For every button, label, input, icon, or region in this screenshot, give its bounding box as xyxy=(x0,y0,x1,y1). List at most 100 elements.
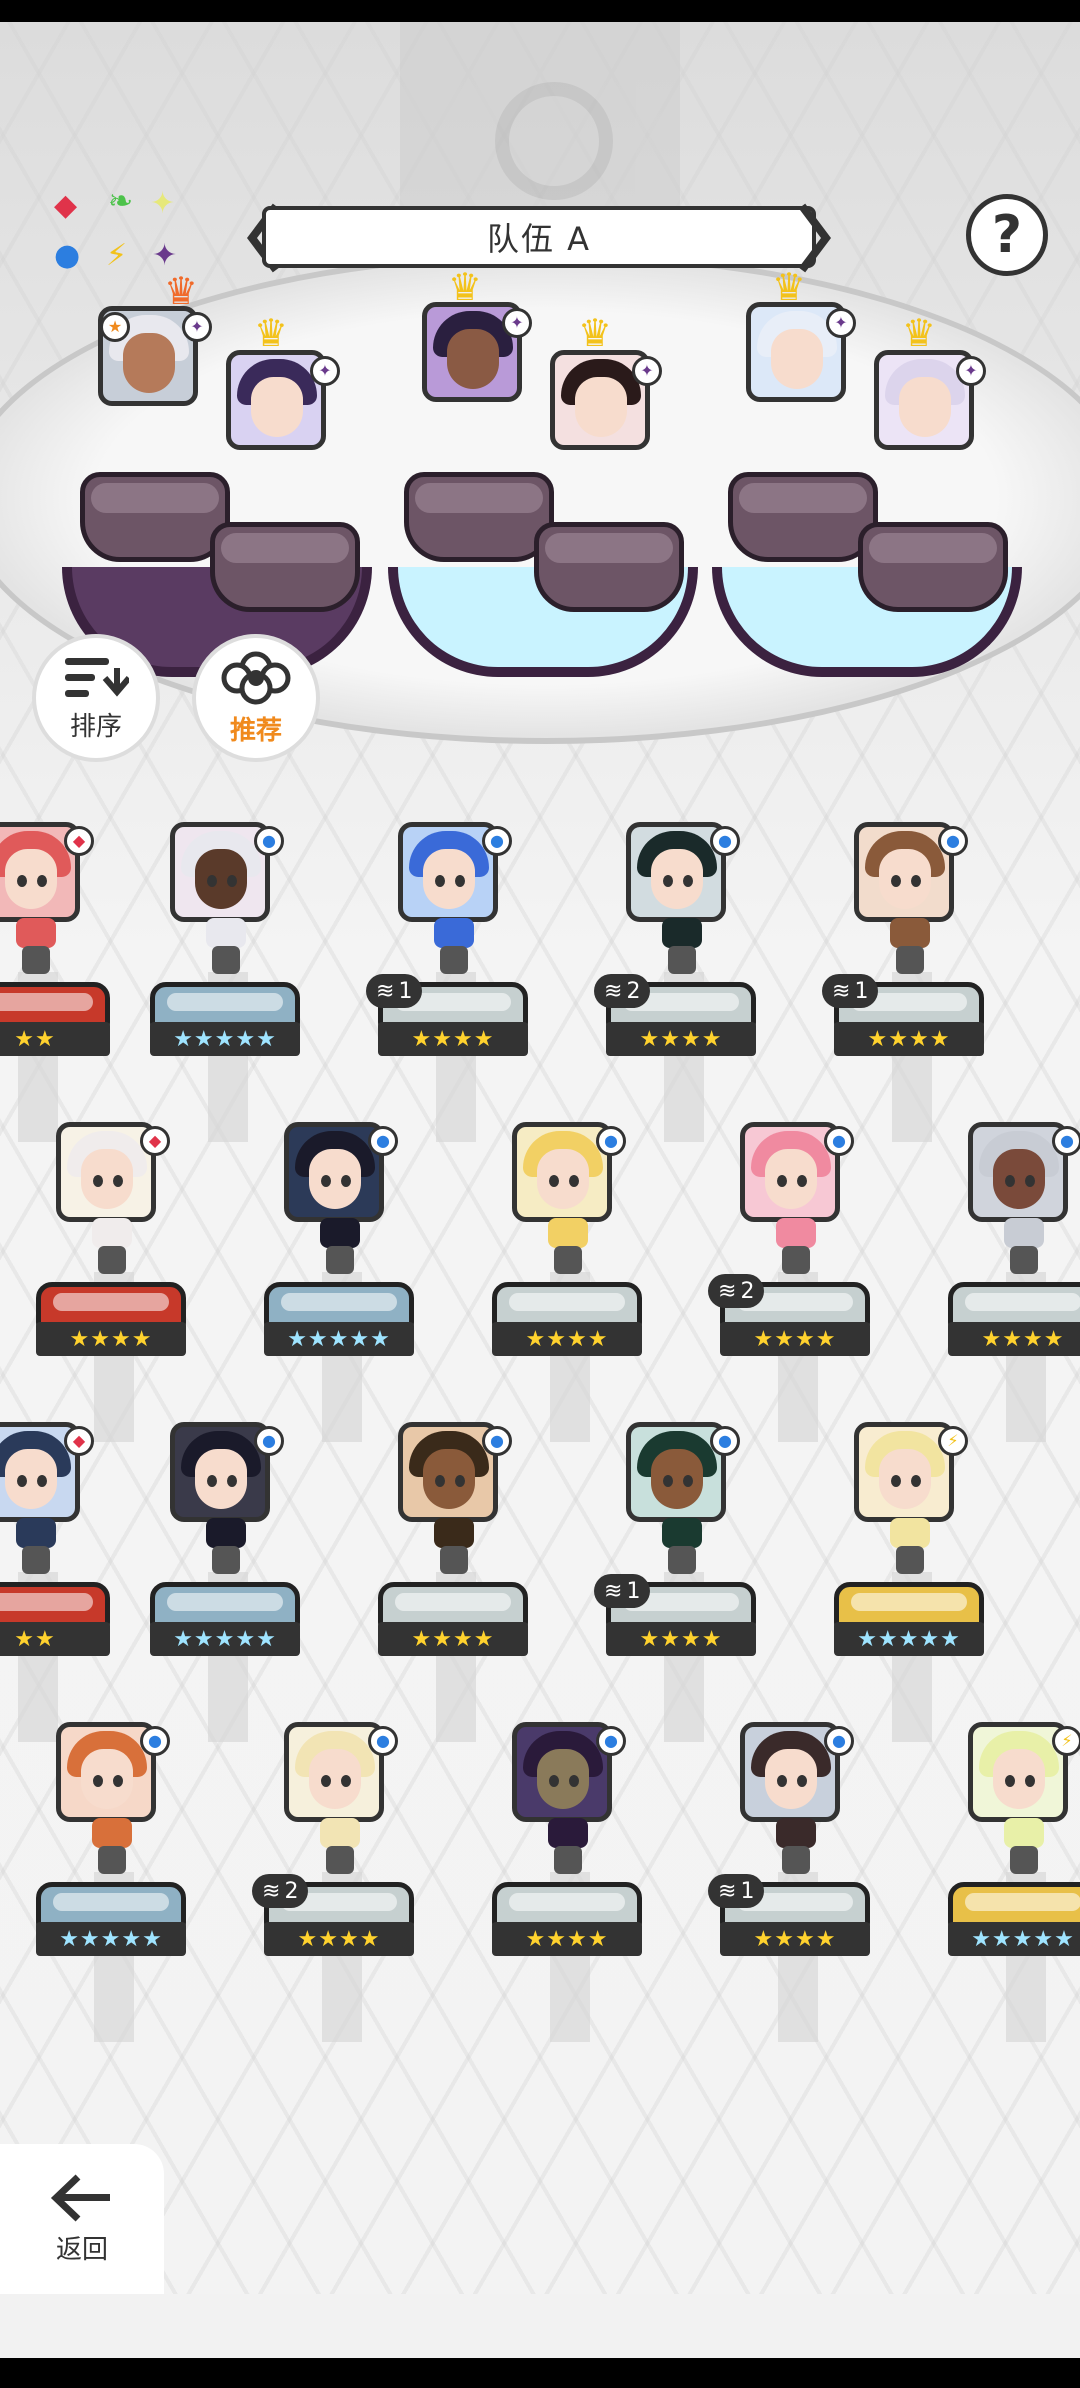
back-button[interactable]: 返回 xyxy=(0,2144,164,2294)
sort-label: 排序 xyxy=(69,711,122,742)
hero-sprite xyxy=(656,1518,708,1582)
duplicate-count-badge: ≋ 1 xyxy=(594,1574,651,1608)
hero-sprite xyxy=(884,918,936,982)
hero-sprite xyxy=(86,1818,138,1882)
water-orb-icon: ● xyxy=(710,826,740,856)
hero-sprite xyxy=(542,1818,594,1882)
hero-sprite xyxy=(10,918,62,982)
stack-icon: ≋ xyxy=(718,1878,737,1904)
water-orb-icon: ● xyxy=(824,1726,854,1756)
flame-crown-icon: ♛ xyxy=(164,269,199,313)
crown-icon: ♛ xyxy=(578,311,613,355)
hero-card[interactable]: ● ★★★★ xyxy=(492,1122,662,1442)
water-orb-icon: ● xyxy=(1052,1126,1080,1156)
hero-card[interactable]: ● ★★★★★ xyxy=(150,1422,320,1742)
help-button[interactable]: ? xyxy=(966,194,1048,276)
duplicate-count: 2 xyxy=(740,1278,755,1304)
team-slot-1[interactable]: ♛ ✦ ★ xyxy=(72,272,232,612)
pedestal xyxy=(210,522,360,612)
back-arrow-icon xyxy=(50,2173,110,2222)
water-orb-icon: ● xyxy=(710,1426,740,1456)
hero-card[interactable]: ⚡ ★★★★★ xyxy=(948,1722,1080,2042)
stack-icon: ≋ xyxy=(832,978,851,1004)
hero-card[interactable]: ● ★★★★★ xyxy=(150,822,320,1142)
leaf-icon: ❧ xyxy=(108,184,134,219)
team-slot-6[interactable]: ♛ ✦ xyxy=(858,314,1018,622)
duplicate-count: 2 xyxy=(626,978,641,1004)
duplicate-count: 1 xyxy=(626,1578,641,1604)
light-star-icon: ✦ xyxy=(150,186,176,221)
duplicate-count-badge: ≋ 2 xyxy=(708,1274,765,1308)
pedestal xyxy=(80,472,230,562)
star-rating: ★★★★★ xyxy=(36,1922,186,1956)
duplicate-count-badge: ≋ 2 xyxy=(252,1874,309,1908)
hero-sprite xyxy=(998,1818,1050,1882)
fire-diamond-icon: ◆ xyxy=(54,188,78,223)
lightning-icon: ⚡ xyxy=(106,238,128,273)
pedestal xyxy=(404,472,554,562)
recommend-button[interactable]: 推荐 xyxy=(192,634,320,762)
hero-card[interactable]: ◆ ★★ xyxy=(0,822,130,1142)
water-orb-icon: ● xyxy=(254,826,284,856)
team-title: 队伍 A xyxy=(486,220,592,258)
hero-card[interactable]: ● ★★★★ ≋ 1 xyxy=(594,1422,776,1742)
dark-star-icon: ✦ xyxy=(182,312,212,342)
hero-card[interactable]: ◆ ★★★★ xyxy=(36,1122,206,1442)
star-rating: ★★★★ xyxy=(378,1622,528,1656)
fire-diamond-icon: ◆ xyxy=(64,826,94,856)
hero-card[interactable]: ● ★★★★ ≋ 2 xyxy=(708,1122,890,1442)
sort-button[interactable]: 排序 xyxy=(32,634,160,762)
star-rating: ★★★★★ xyxy=(264,1322,414,1356)
duplicate-count: 1 xyxy=(854,978,869,1004)
crown-icon: ♛ xyxy=(902,311,937,355)
stack-icon: ≋ xyxy=(718,1278,737,1304)
star-rating: ★★★★ xyxy=(948,1322,1080,1356)
hero-sprite xyxy=(314,1818,366,1882)
hero-card[interactable]: ● ★★★★ xyxy=(378,1422,548,1742)
crown-icon: ♛ xyxy=(254,311,289,355)
team-title-pill: 队伍 A xyxy=(262,206,816,268)
hero-sprite xyxy=(884,1518,936,1582)
hero-sprite xyxy=(656,918,708,982)
hero-card[interactable]: ◆ ★★ xyxy=(0,1422,130,1742)
duplicate-count-badge: ≋ 2 xyxy=(594,974,651,1008)
star-rating: ★★★★ xyxy=(720,1922,870,1956)
star-rating: ★★★★★ xyxy=(150,1622,300,1656)
star-rating: ★★★★ xyxy=(36,1322,186,1356)
hero-card[interactable]: ⚡ ★★★★★ xyxy=(834,1422,1004,1742)
duplicate-count-badge: ≋ 1 xyxy=(708,1874,765,1908)
dark-star-icon: ✦ xyxy=(632,356,662,386)
sort-icon xyxy=(65,657,129,697)
team-selector: 队伍 A xyxy=(244,202,834,288)
hero-sprite xyxy=(428,1518,480,1582)
water-orb-icon: ● xyxy=(368,1126,398,1156)
help-icon: ? xyxy=(991,205,1023,265)
hero-card[interactable]: ● ★★★★★ xyxy=(36,1722,206,2042)
team-slot-4[interactable]: ♛ ✦ xyxy=(534,314,694,622)
star-rating: ★★★★ xyxy=(834,1022,984,1056)
next-team-arrow-icon[interactable] xyxy=(794,202,834,274)
hero-sprite xyxy=(770,1218,822,1282)
stack-icon: ≋ xyxy=(262,1878,281,1904)
star-rating: ★★★★★ xyxy=(948,1922,1080,1956)
hero-card[interactable]: ● ★★★★★ xyxy=(264,1122,434,1442)
hero-card[interactable]: ● ★★★★ ≋ 1 xyxy=(708,1722,890,2042)
star-rating: ★★★★ xyxy=(606,1622,756,1656)
hero-card[interactable]: ● ★★★★ xyxy=(492,1722,662,2042)
hero-card[interactable]: ● ★★★★ ≋ 2 xyxy=(594,822,776,1142)
hero-sprite xyxy=(542,1218,594,1282)
stack-icon: ≋ xyxy=(604,978,623,1004)
hero-sprite xyxy=(86,1218,138,1282)
hero-card[interactable]: ● ★★★★ ≋ 1 xyxy=(822,822,1004,1142)
hero-card[interactable]: ● ★★★★ xyxy=(948,1122,1080,1442)
team-slot-2[interactable]: ♛ ✦ xyxy=(210,314,370,622)
crown-icon: ♛ xyxy=(448,265,483,309)
hero-sprite xyxy=(10,1518,62,1582)
water-orb-icon: ● xyxy=(368,1726,398,1756)
duplicate-count-badge: ≋ 1 xyxy=(366,974,423,1008)
water-orb-icon: ● xyxy=(482,1426,512,1456)
hero-card[interactable]: ● ★★★★ ≋ 2 xyxy=(252,1722,434,2042)
hero-card[interactable]: ● ★★★★ ≋ 1 xyxy=(366,822,548,1142)
star-rating: ★★ xyxy=(0,1022,110,1056)
dark-star-icon: ✦ xyxy=(152,238,178,273)
